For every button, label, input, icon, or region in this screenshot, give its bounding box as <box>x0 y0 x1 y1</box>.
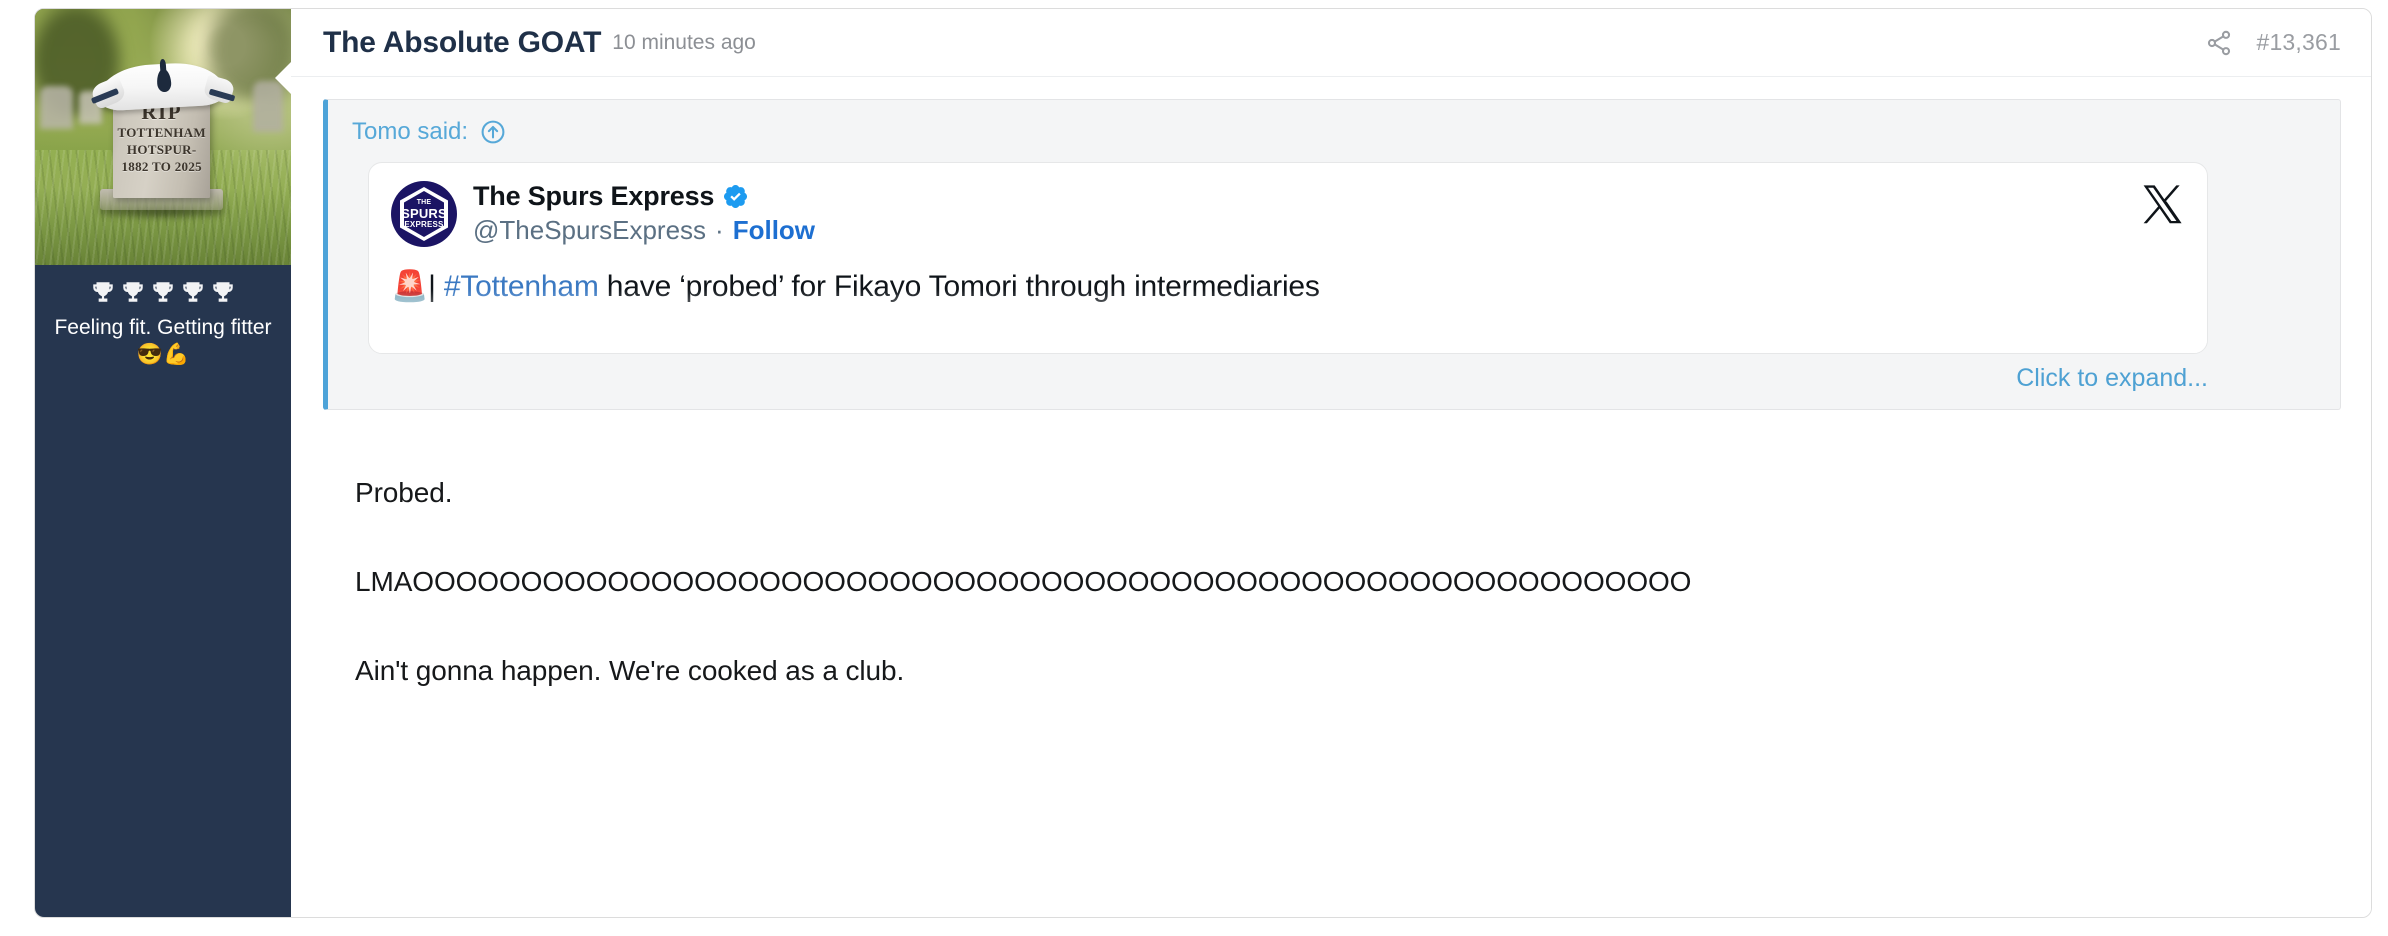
avatar-inscription-line1: TOTTENHAM <box>117 125 206 141</box>
post-number[interactable]: #13,361 <box>2256 29 2341 56</box>
tweet-author-names: The Spurs Express @TheSpursExpress · Fol… <box>473 181 815 246</box>
message-paragraph-2: LMAOOOOOOOOOOOOOOOOOOOOOOOOOOOOOOOOOOOOO… <box>355 566 1692 598</box>
trophy-icon <box>213 282 233 302</box>
tweet-avatar-line2: SPURS <box>401 206 447 221</box>
post-timestamp[interactable]: 10 minutes ago <box>612 31 756 55</box>
avatar-background-headstone-1 <box>40 85 74 130</box>
tweet-handle[interactable]: @TheSpursExpress <box>473 215 706 246</box>
tweet-handle-separator: · <box>715 215 724 245</box>
tweet-display-name[interactable]: The Spurs Express <box>473 181 714 212</box>
quote-attribution: Tomo said: <box>352 118 2318 146</box>
trophy-icon <box>123 282 143 302</box>
arrow-up-circle-icon[interactable] <box>480 119 506 145</box>
post-pointer-caret <box>275 61 291 95</box>
user-title-text: Feeling fit. Getting fitter 😎💪 <box>54 316 272 366</box>
tweet-avatar-line3: EXPRESS <box>404 220 444 229</box>
tweet-embed-card[interactable]: THE SPURS EXPRESS The Spurs Express @The… <box>368 162 2208 354</box>
post-author-name[interactable]: The Absolute GOAT <box>323 26 601 60</box>
forum-post-container: RIP TOTTENHAM HOTSPUR- 1882 TO 2025 Feel… <box>34 8 2372 918</box>
avatar-inscription-line3: 1882 TO 2025 <box>121 158 202 174</box>
post-message-text: Probed. LMAOOOOOOOOOOOOOOOOOOOOOOOOOOOOO… <box>323 414 2341 698</box>
tweet-author-avatar[interactable]: THE SPURS EXPRESS <box>391 181 457 247</box>
post-main-content: The Absolute GOAT 10 minutes ago #13,361… <box>291 9 2371 917</box>
post-body: Tomo said: THE SPURS EXPRESS The Spurs E… <box>291 77 2371 698</box>
message-paragraph-3: Ain't gonna happen. We're cooked as a cl… <box>355 655 905 687</box>
trophy-icon <box>183 282 203 302</box>
siren-emoji: 🚨 <box>391 269 429 304</box>
expand-row: Click to expand... <box>352 354 2318 393</box>
verified-badge-icon <box>724 184 748 209</box>
x-logo-button[interactable] <box>2139 181 2185 232</box>
user-avatar[interactable]: RIP TOTTENHAM HOTSPUR- 1882 TO 2025 <box>35 9 291 265</box>
trophy-icon <box>93 282 113 302</box>
tweet-text-rest: have ‘probed’ for Fikayo Tomori through … <box>598 270 1320 303</box>
tweet-hashtag-tottenham[interactable]: #Tottenham <box>444 270 599 303</box>
post-user-sidebar: RIP TOTTENHAM HOTSPUR- 1882 TO 2025 Feel… <box>35 9 291 917</box>
tweet-avatar-wordmark: THE SPURS EXPRESS <box>391 181 457 247</box>
tweet-avatar-line1: THE <box>416 199 432 206</box>
share-button[interactable] <box>2204 28 2234 58</box>
quote-author-label: Tomo said: <box>352 118 469 145</box>
post-header: The Absolute GOAT 10 minutes ago #13,361 <box>291 9 2371 77</box>
tweet-card-header: THE SPURS EXPRESS The Spurs Express @The… <box>391 181 2185 247</box>
x-logo-icon <box>2143 185 2182 224</box>
trophy-icon <box>153 282 173 302</box>
tweet-display-name-row: The Spurs Express <box>473 181 815 212</box>
quoted-post-blockquote[interactable]: Tomo said: THE SPURS EXPRESS The Spurs E… <box>323 99 2341 410</box>
click-to-expand-link[interactable]: Click to expand... <box>2016 364 2208 393</box>
user-trophy-row <box>35 279 291 305</box>
tweet-text-pipe: | <box>428 270 444 303</box>
avatar-inscription-line2: HOTSPUR- <box>126 142 197 158</box>
tweet-body-text: 🚨| #Tottenham have ‘probed’ for Fikayo T… <box>391 267 2185 308</box>
message-paragraph-1: Probed. <box>355 477 453 508</box>
tweet-handle-row: @TheSpursExpress · Follow <box>473 215 815 246</box>
tweet-follow-link[interactable]: Follow <box>733 215 815 246</box>
share-icon <box>2208 30 2231 55</box>
